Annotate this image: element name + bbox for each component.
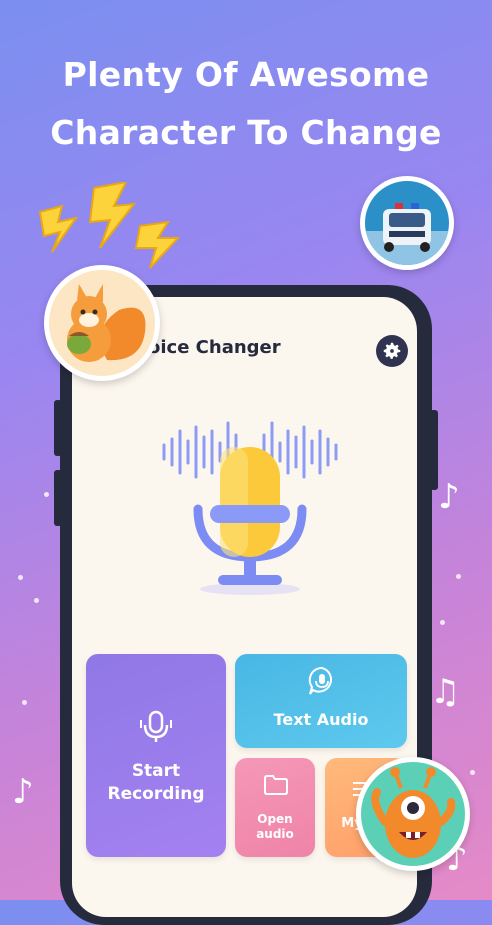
music-note-icon: ♪ [12,772,34,812]
folder-icon [264,775,288,795]
microphone-icon [140,710,172,742]
sparkle-dot [34,598,39,603]
start-recording-label-1: Start [131,761,181,781]
police-character-avatar[interactable] [360,176,454,270]
sparkle-dot [18,575,23,580]
open-audio-button[interactable]: Open audio [235,758,315,857]
start-recording-button[interactable]: Start Recording [86,654,226,857]
monster-character-avatar[interactable] [356,757,470,871]
police-car-icon [365,203,449,265]
sparkle-dot [44,492,49,497]
squirrel-character-avatar[interactable] [44,265,160,381]
squirrel-icon [67,284,146,362]
open-audio-label-1: Open [257,812,293,826]
settings-button[interactable] [376,335,408,367]
sparkle-dot [440,620,445,625]
microphone-illustration-icon [162,421,338,595]
monster-icon [371,767,456,858]
text-audio-button[interactable]: Text Audio [235,654,407,748]
open-audio-label-2: audio [256,827,294,841]
start-recording-label-2: Recording [107,784,205,804]
music-note-icon: ♪ [438,477,460,517]
gear-icon [383,342,401,359]
music-note-icon: ♫ [430,672,461,712]
chat-microphone-icon [308,666,333,695]
promo-headline: Plenty Of Awesome Character To Change [0,46,492,162]
sparkle-dot [22,700,27,705]
app-title: oice Changer [148,337,281,358]
headline-line-1: Plenty Of Awesome [62,55,430,94]
sparkle-dot [470,770,475,775]
sparkle-dot [456,574,461,579]
lightning-bolts-icon [38,182,181,269]
headline-line-2: Character To Change [50,113,442,152]
text-audio-label: Text Audio [273,710,369,729]
